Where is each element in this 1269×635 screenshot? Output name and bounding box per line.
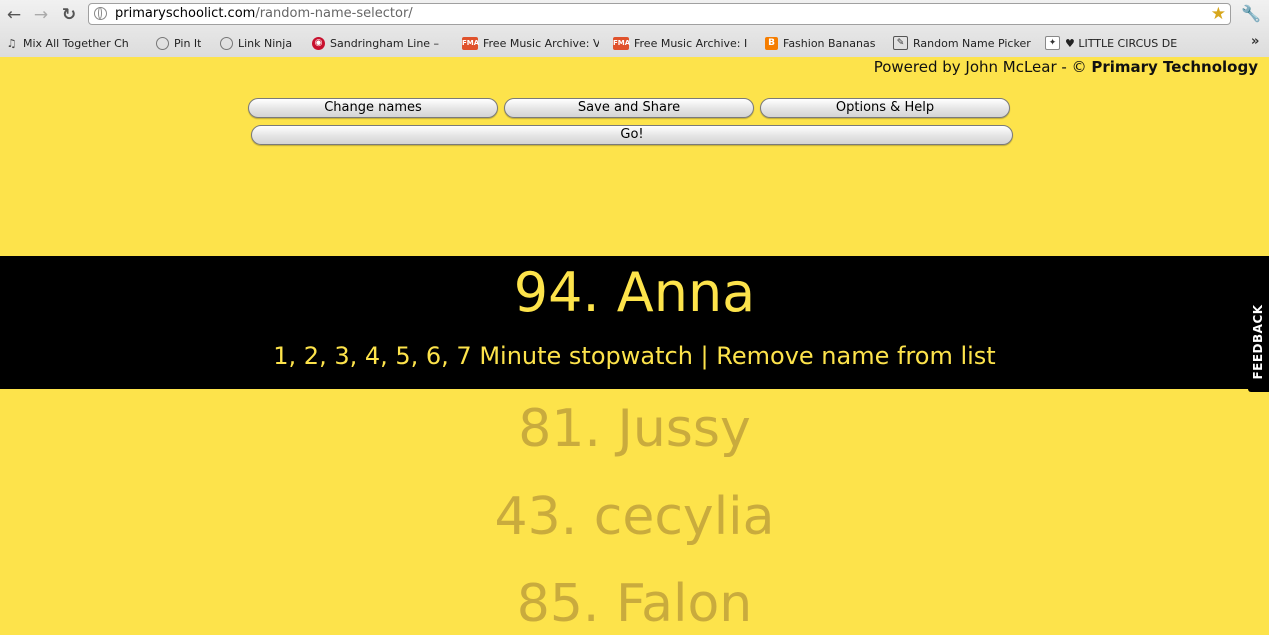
bookmark-item[interactable]: Link Ninja xyxy=(220,34,300,52)
url-text[interactable]: primaryschoolict.com/random-name-selecto… xyxy=(115,6,413,21)
bookmarks-overflow-icon[interactable]: » xyxy=(1251,34,1259,49)
bookmark-item[interactable]: B Fashion Bananas xyxy=(765,34,885,52)
bookmark-star-icon[interactable]: ★ xyxy=(1211,4,1226,24)
feedback-label: FEEDBACK xyxy=(1251,304,1265,380)
circus-icon: ✦ xyxy=(1045,36,1060,50)
url-path: /random-name-selector/ xyxy=(255,6,413,21)
feedback-tab[interactable]: FEEDBACK xyxy=(1248,292,1269,392)
bookmark-item[interactable]: ✎ Random Name Picker xyxy=(893,34,1038,52)
powered-by-text: Powered by John McLear - © xyxy=(873,58,1092,76)
reload-button[interactable]: ↻ xyxy=(59,5,79,25)
winner-links: 1, 2, 3, 4, 5, 6, 7 Minute stopwatch | R… xyxy=(0,341,1269,371)
globe-icon xyxy=(220,36,233,50)
globe-icon xyxy=(156,36,169,50)
bookmark-item[interactable]: ♫ Mix All Together Ch xyxy=(5,34,140,52)
selected-name: 94. Anna xyxy=(513,261,756,324)
history-name: 81. Jussy xyxy=(518,399,751,459)
back-button[interactable]: ← xyxy=(4,5,24,25)
change-names-button[interactable]: Change names xyxy=(248,98,498,118)
options-help-button[interactable]: Options & Help xyxy=(760,98,1010,118)
powered-by-link[interactable]: Primary Technology xyxy=(1091,58,1258,76)
fma-icon: FMA xyxy=(462,36,479,50)
page-content: Powered by John McLear - © Primary Techn… xyxy=(0,57,1269,635)
browser-toolbar: ← → ↻ primaryschoolict.com/random-name-s… xyxy=(0,0,1269,30)
bookmark-item[interactable]: FMA Free Music Archive: I xyxy=(613,34,750,52)
remove-name-link[interactable]: Remove name from list xyxy=(716,342,995,370)
forward-button[interactable]: → xyxy=(31,5,51,25)
blogger-icon: B xyxy=(765,36,778,50)
url-host: primaryschoolict.com xyxy=(115,6,256,21)
train-icon: ◉ xyxy=(312,36,325,50)
bookmark-item[interactable]: FMA Free Music Archive: V xyxy=(462,34,599,52)
stopwatch-link[interactable]: 1, 2, 3, 4, 5, 6, 7 Minute stopwatch xyxy=(273,342,693,370)
fma-icon: FMA xyxy=(613,36,630,50)
history-name: 43. cecylia xyxy=(494,487,775,547)
winner-band: 94. Anna 1, 2, 3, 4, 5, 6, 7 Minute stop… xyxy=(0,256,1269,389)
headphones-icon: ♫ xyxy=(6,36,17,50)
globe-icon xyxy=(94,7,107,20)
address-bar[interactable]: primaryschoolict.com/random-name-selecto… xyxy=(88,3,1231,25)
wrench-icon[interactable]: 🔧 xyxy=(1241,4,1261,23)
history-name: 85. Falon xyxy=(516,574,753,634)
save-share-button[interactable]: Save and Share xyxy=(504,98,754,118)
bookmark-item[interactable]: ◉ Sandringham Line – xyxy=(312,34,447,52)
go-button[interactable]: Go! xyxy=(251,125,1013,145)
bookmarks-bar: ♫ Mix All Together Ch Pin It Link Ninja … xyxy=(0,31,1269,55)
bookmark-item[interactable]: Pin It xyxy=(156,34,211,52)
picker-icon: ✎ xyxy=(893,36,908,50)
link-separator: | xyxy=(692,342,717,370)
browser-chrome: ← → ↻ primaryschoolict.com/random-name-s… xyxy=(0,0,1269,58)
powered-by: Powered by John McLear - © Primary Techn… xyxy=(874,58,1258,76)
bookmark-item[interactable]: ✦ ♥ LITTLE CIRCUS DE xyxy=(1045,34,1195,52)
